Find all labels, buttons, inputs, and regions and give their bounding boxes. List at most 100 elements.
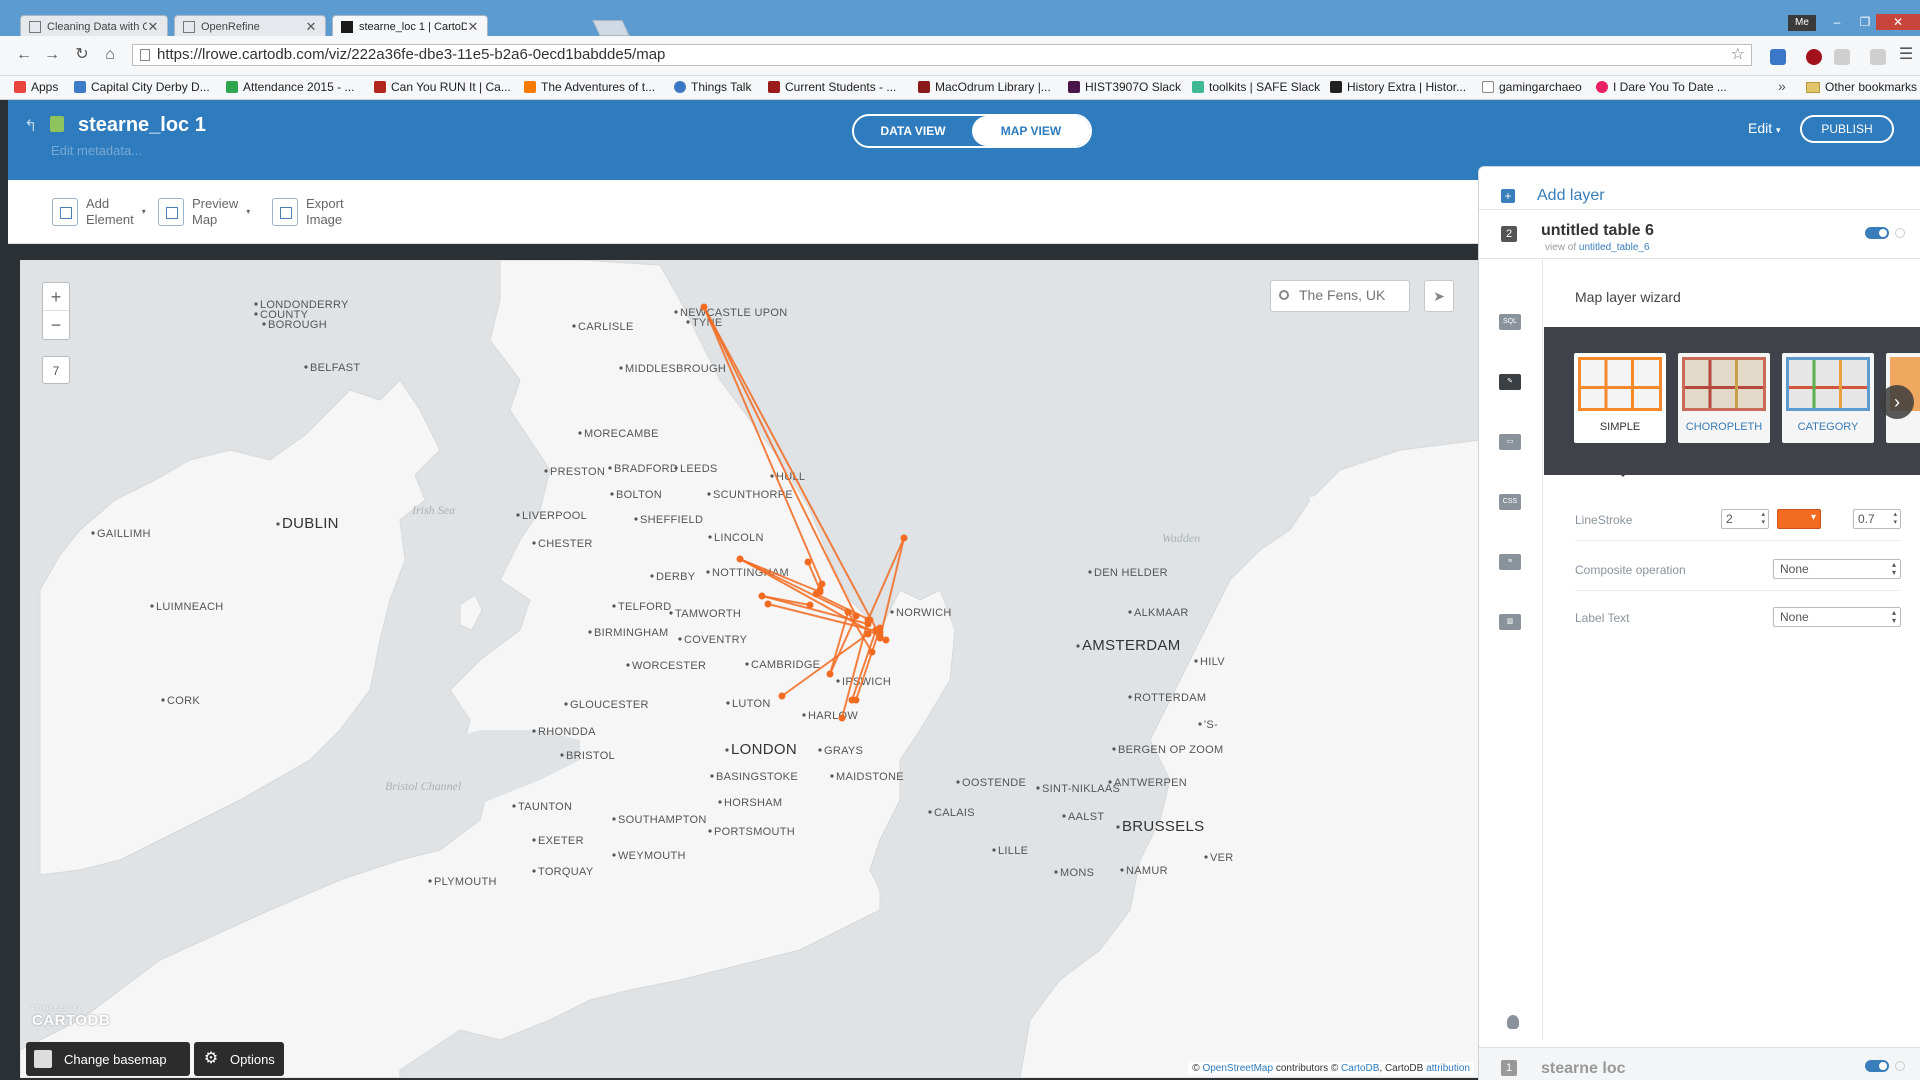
cast-icon[interactable] xyxy=(1834,49,1850,65)
add-layer-button[interactable]: + Add layer xyxy=(1501,187,1605,205)
route-endpoint[interactable] xyxy=(818,580,826,588)
layer-source-link[interactable]: untitled_table_6 xyxy=(1579,242,1650,253)
browser-tab[interactable]: Cleaning Data with OpenRefine ✕ xyxy=(20,15,168,37)
label-text-select[interactable]: None ▴ ▾ xyxy=(1773,607,1901,627)
wizard-simple[interactable]: SIMPLE xyxy=(1574,353,1666,443)
route-endpoint[interactable] xyxy=(838,714,846,722)
composite-operation-select[interactable]: None ▴ ▾ xyxy=(1773,559,1901,579)
bookmark-item[interactable]: I Dare You To Date ... xyxy=(1596,80,1727,94)
bookmark-item[interactable]: History Extra | Histor... xyxy=(1330,80,1466,94)
change-basemap-button[interactable]: Change basemap xyxy=(26,1042,190,1076)
more-bookmarks-button[interactable]: » xyxy=(1778,78,1786,94)
map-options-button[interactable]: ⚙ Options xyxy=(194,1042,284,1076)
route-endpoint[interactable] xyxy=(764,600,772,608)
attribution-link[interactable]: attribution xyxy=(1426,1063,1470,1074)
publish-button[interactable]: PUBLISH xyxy=(1800,115,1894,143)
route-endpoint[interactable] xyxy=(864,616,872,624)
close-icon[interactable] xyxy=(1895,1061,1905,1071)
route-endpoint[interactable] xyxy=(736,555,744,563)
bookmark-item[interactable]: The Adventures of t... xyxy=(524,80,655,94)
browser-tab-active[interactable]: stearne_loc 1 | CartoDB ✕ xyxy=(332,15,488,37)
route-endpoint[interactable] xyxy=(700,303,708,311)
tab-map-view[interactable]: MAP VIEW xyxy=(972,116,1090,146)
lightbulb-icon[interactable] xyxy=(1507,1015,1519,1029)
share-button[interactable]: ➤ xyxy=(1424,280,1454,312)
forward-icon[interactable]: → xyxy=(42,45,62,65)
wizard-category[interactable]: CATEGORY xyxy=(1782,353,1874,443)
layer-visibility-toggle[interactable] xyxy=(1865,1060,1889,1072)
zoom-in-button[interactable]: + xyxy=(43,283,69,311)
bookmark-star-icon[interactable]: ☆ xyxy=(1731,45,1745,65)
widgets-icon[interactable]: ▥ xyxy=(1499,614,1521,630)
bookmark-item[interactable]: HIST3907O Slack xyxy=(1068,80,1181,94)
route-endpoint[interactable] xyxy=(852,696,860,704)
cartodb-link[interactable]: CartoDB xyxy=(1341,1063,1379,1074)
layer-name[interactable]: stearne loc xyxy=(1541,1060,1625,1078)
wizard-choropleth[interactable]: CHOROPLETH xyxy=(1678,353,1770,443)
map-search-input[interactable] xyxy=(1299,287,1403,303)
zoom-out-button[interactable]: − xyxy=(43,311,69,339)
close-icon[interactable] xyxy=(1895,228,1905,238)
bookmark-apps[interactable]: Apps xyxy=(14,80,58,94)
address-bar[interactable]: https://lrowe.cartodb.com/viz/222a36fe-d… xyxy=(132,44,1752,66)
back-arrow-icon[interactable]: ↰ xyxy=(24,116,37,136)
chat-icon[interactable] xyxy=(1870,49,1886,65)
route-endpoint[interactable] xyxy=(864,630,872,638)
route-endpoint[interactable] xyxy=(882,636,890,644)
add-element-button[interactable]: Add Element ▾ xyxy=(52,196,146,228)
menu-icon[interactable]: ☰ xyxy=(1896,45,1916,65)
stepper-arrows-icon[interactable]: ▴ ▾ xyxy=(1761,511,1765,527)
lock-icon[interactable] xyxy=(50,116,64,132)
close-icon[interactable]: ✕ xyxy=(147,19,159,35)
bookmark-item[interactable]: Can You RUN It | Ca... xyxy=(374,80,511,94)
line-width-stepper[interactable]: 2 ▴ ▾ xyxy=(1721,509,1769,529)
page-title[interactable]: stearne_loc 1 xyxy=(78,114,206,137)
browser-tab[interactable]: OpenRefine ✕ xyxy=(174,15,326,37)
bookmark-item[interactable]: Attendance 2015 - ... xyxy=(226,80,354,94)
osm-link[interactable]: OpenStreetMap xyxy=(1202,1063,1273,1074)
bookmark-item[interactable]: Things Talk xyxy=(674,80,751,94)
bookmark-item[interactable]: toolkits | SAFE Slack xyxy=(1192,80,1320,94)
route-endpoint[interactable] xyxy=(806,601,814,609)
wizard-brush-icon[interactable]: ✎ xyxy=(1499,374,1521,390)
route-endpoint[interactable] xyxy=(812,590,820,598)
sql-icon[interactable]: SQL xyxy=(1499,314,1521,330)
route-endpoint[interactable] xyxy=(876,624,884,632)
bookmark-item[interactable]: Capital City Derby D... xyxy=(74,80,210,94)
route-endpoint[interactable] xyxy=(852,612,860,620)
back-icon[interactable]: ← xyxy=(14,45,34,65)
route-endpoint[interactable] xyxy=(758,592,766,600)
extension-icon[interactable] xyxy=(1770,49,1786,65)
layer-name[interactable]: untitled table 6 xyxy=(1541,222,1654,240)
css-icon[interactable]: CSS xyxy=(1499,494,1521,510)
close-icon[interactable]: ✕ xyxy=(467,19,479,35)
route-endpoint[interactable] xyxy=(826,670,834,678)
home-icon[interactable]: ⌂ xyxy=(100,45,120,65)
route-endpoint[interactable] xyxy=(778,692,786,700)
line-opacity-stepper[interactable]: 0.7 ▴ ▾ xyxy=(1853,509,1901,529)
other-bookmarks[interactable]: Other bookmarks xyxy=(1806,80,1917,94)
export-image-button[interactable]: Export Image xyxy=(272,196,344,228)
stepper-arrows-icon[interactable]: ▴ ▾ xyxy=(1893,511,1897,527)
new-tab-button[interactable] xyxy=(592,20,630,36)
layer-header[interactable]: 1 stearne loc xyxy=(1479,1047,1920,1080)
reload-icon[interactable]: ↻ xyxy=(72,45,92,65)
edit-menu[interactable]: Edit ▾ xyxy=(1748,120,1781,136)
bookmark-item[interactable]: MacOdrum Library |... xyxy=(918,80,1051,94)
route-endpoint[interactable] xyxy=(868,648,876,656)
minimize-icon[interactable]: – xyxy=(1824,14,1850,30)
map-canvas[interactable]: Irish Sea Bristol Channel Wadden LONDON D… xyxy=(20,260,1480,1078)
profile-button[interactable]: Me xyxy=(1788,15,1816,31)
preview-map-button[interactable]: Preview Map ▾ xyxy=(158,196,250,228)
layer-header[interactable]: 2 untitled table 6 view of untitled_tabl… xyxy=(1479,209,1920,259)
window-close-icon[interactable]: ✕ xyxy=(1876,14,1920,30)
legend-icon[interactable]: ≡ xyxy=(1499,554,1521,570)
layer-visibility-toggle[interactable] xyxy=(1865,227,1889,239)
route-endpoint[interactable] xyxy=(804,558,812,566)
bookmark-item[interactable]: Current Students - ... xyxy=(768,80,896,94)
edit-metadata-link[interactable]: Edit metadata... xyxy=(51,143,142,158)
tab-data-view[interactable]: DATA VIEW xyxy=(854,116,972,146)
route-endpoint[interactable] xyxy=(844,608,852,616)
maximize-icon[interactable]: ❐ xyxy=(1852,14,1878,30)
chevron-right-icon[interactable]: › xyxy=(1880,385,1914,419)
